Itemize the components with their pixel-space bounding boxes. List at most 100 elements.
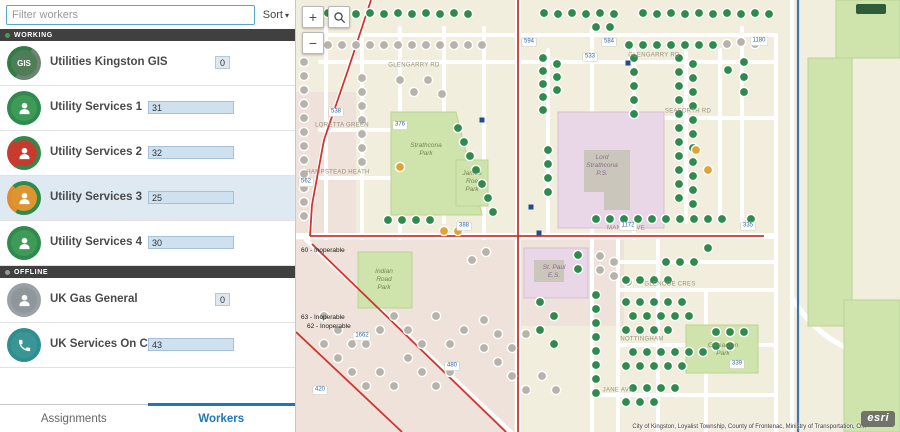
green-worker-dot[interactable] <box>687 156 699 168</box>
green-worker-dot[interactable] <box>673 94 685 106</box>
green-worker-dot[interactable] <box>669 346 681 358</box>
gray-worker-dot[interactable] <box>448 39 460 51</box>
orange-worker-dot[interactable] <box>394 161 406 173</box>
green-worker-dot[interactable] <box>628 80 640 92</box>
green-worker-dot[interactable] <box>679 39 691 51</box>
green-worker-dot[interactable] <box>464 150 476 162</box>
green-worker-dot[interactable] <box>537 78 549 90</box>
green-worker-dot[interactable] <box>458 136 470 148</box>
green-worker-dot[interactable] <box>673 80 685 92</box>
green-worker-dot[interactable] <box>382 214 394 226</box>
green-worker-dot[interactable] <box>590 373 602 385</box>
gray-worker-dot[interactable] <box>364 39 376 51</box>
green-worker-dot[interactable] <box>378 8 390 20</box>
green-worker-dot[interactable] <box>476 178 488 190</box>
green-worker-dot[interactable] <box>648 324 660 336</box>
green-worker-dot[interactable] <box>707 39 719 51</box>
green-worker-dot[interactable] <box>548 338 560 350</box>
zoom-in-button[interactable]: + <box>302 6 324 28</box>
gray-worker-dot[interactable] <box>356 128 368 140</box>
gray-worker-dot[interactable] <box>466 254 478 266</box>
green-worker-dot[interactable] <box>724 326 736 338</box>
gray-worker-dot[interactable] <box>332 352 344 364</box>
green-worker-dot[interactable] <box>648 296 660 308</box>
gray-worker-dot[interactable] <box>356 156 368 168</box>
green-worker-dot[interactable] <box>627 346 639 358</box>
utility-asset-marker[interactable] <box>536 230 542 236</box>
green-worker-dot[interactable] <box>551 84 563 96</box>
green-worker-dot[interactable] <box>572 249 584 261</box>
green-worker-dot[interactable] <box>697 346 709 358</box>
green-worker-dot[interactable] <box>662 324 674 336</box>
green-worker-dot[interactable] <box>537 91 549 103</box>
green-worker-dot[interactable] <box>487 206 499 218</box>
green-worker-dot[interactable] <box>687 72 699 84</box>
gray-worker-dot[interactable] <box>408 86 420 98</box>
green-worker-dot[interactable] <box>655 310 667 322</box>
gray-worker-dot[interactable] <box>462 39 474 51</box>
gray-worker-dot[interactable] <box>476 39 488 51</box>
green-worker-dot[interactable] <box>687 58 699 70</box>
gray-worker-dot[interactable] <box>298 112 310 124</box>
green-worker-dot[interactable] <box>637 7 649 19</box>
green-worker-dot[interactable] <box>655 346 667 358</box>
green-worker-dot[interactable] <box>749 7 761 19</box>
worker-row[interactable]: Utility Services 2 32 <box>0 131 295 176</box>
gray-worker-dot[interactable] <box>356 86 368 98</box>
green-worker-dot[interactable] <box>693 39 705 51</box>
green-worker-dot[interactable] <box>710 326 722 338</box>
gray-worker-dot[interactable] <box>520 384 532 396</box>
gray-worker-dot[interactable] <box>356 100 368 112</box>
gray-worker-dot[interactable] <box>318 338 330 350</box>
green-worker-dot[interactable] <box>669 310 681 322</box>
gray-worker-dot[interactable] <box>492 328 504 340</box>
green-worker-dot[interactable] <box>676 360 688 372</box>
green-worker-dot[interactable] <box>662 274 674 286</box>
green-worker-dot[interactable] <box>648 396 660 408</box>
green-worker-dot[interactable] <box>641 346 653 358</box>
gray-worker-dot[interactable] <box>480 246 492 258</box>
worker-row[interactable]: UK Services On Call 43 <box>0 323 295 368</box>
gray-worker-dot[interactable] <box>298 182 310 194</box>
green-worker-dot[interactable] <box>551 71 563 83</box>
gray-worker-dot[interactable] <box>388 380 400 392</box>
green-worker-dot[interactable] <box>604 21 616 33</box>
green-worker-dot[interactable] <box>590 359 602 371</box>
green-worker-dot[interactable] <box>594 7 606 19</box>
green-worker-dot[interactable] <box>590 213 602 225</box>
green-worker-dot[interactable] <box>674 256 686 268</box>
worker-row[interactable]: Utility Services 1 31 <box>0 86 295 131</box>
green-worker-dot[interactable] <box>618 213 630 225</box>
gray-worker-dot[interactable] <box>434 39 446 51</box>
gray-worker-dot[interactable] <box>402 352 414 364</box>
green-worker-dot[interactable] <box>620 396 632 408</box>
green-worker-dot[interactable] <box>722 64 734 76</box>
green-worker-dot[interactable] <box>452 122 464 134</box>
green-worker-dot[interactable] <box>676 296 688 308</box>
green-worker-dot[interactable] <box>665 7 677 19</box>
green-worker-dot[interactable] <box>660 213 672 225</box>
gray-worker-dot[interactable] <box>298 210 310 222</box>
green-worker-dot[interactable] <box>620 360 632 372</box>
filter-workers-input[interactable] <box>6 5 255 25</box>
green-worker-dot[interactable] <box>392 7 404 19</box>
green-worker-dot[interactable] <box>738 326 750 338</box>
orange-worker-dot[interactable] <box>452 225 464 237</box>
gray-worker-dot[interactable] <box>422 74 434 86</box>
green-worker-dot[interactable] <box>542 158 554 170</box>
green-worker-dot[interactable] <box>702 242 714 254</box>
green-worker-dot[interactable] <box>648 274 660 286</box>
gray-worker-dot[interactable] <box>478 314 490 326</box>
green-worker-dot[interactable] <box>738 71 750 83</box>
green-worker-dot[interactable] <box>687 184 699 196</box>
green-worker-dot[interactable] <box>620 324 632 336</box>
utility-asset-marker[interactable] <box>479 117 485 123</box>
green-worker-dot[interactable] <box>687 128 699 140</box>
green-worker-dot[interactable] <box>707 8 719 20</box>
green-worker-dot[interactable] <box>655 382 667 394</box>
green-worker-dot[interactable] <box>674 213 686 225</box>
green-worker-dot[interactable] <box>632 213 644 225</box>
green-worker-dot[interactable] <box>669 382 681 394</box>
green-worker-dot[interactable] <box>590 303 602 315</box>
green-worker-dot[interactable] <box>641 310 653 322</box>
